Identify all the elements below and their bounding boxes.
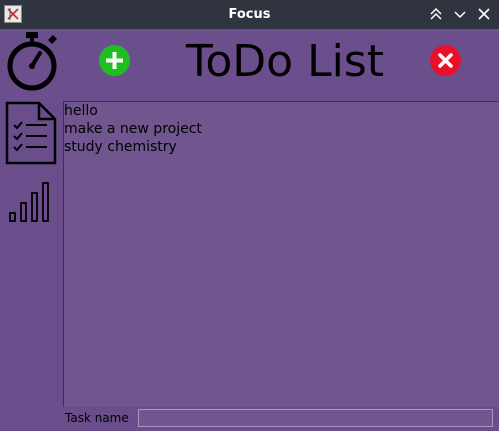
delete-task-button[interactable] xyxy=(429,44,462,77)
sidebar-item-tasks[interactable] xyxy=(5,101,57,165)
add-task-button[interactable] xyxy=(98,44,131,77)
title-bar: Focus xyxy=(0,0,499,29)
list-item[interactable]: hello xyxy=(64,102,499,120)
list-item[interactable]: make a new project xyxy=(64,120,499,138)
page-title: ToDo List xyxy=(185,36,385,87)
list-item[interactable]: study chemistry xyxy=(64,138,499,156)
minimize-icon[interactable] xyxy=(452,6,468,22)
bar-chart-icon xyxy=(9,182,49,222)
task-list[interactable]: hello make a new project study chemistry xyxy=(63,101,499,407)
checklist-icon xyxy=(5,101,57,165)
task-name-label: Task name xyxy=(65,411,129,425)
task-input-row: Task name xyxy=(63,407,499,431)
plus-circle-icon xyxy=(99,45,130,76)
x-circle-icon xyxy=(430,45,461,76)
sidebar-item-stats[interactable] xyxy=(8,181,52,223)
maximize-icon[interactable] xyxy=(428,6,444,22)
app-window: Focus ToDo List hello make a new project… xyxy=(0,0,499,431)
window-title: Focus xyxy=(228,7,271,22)
close-window-icon[interactable] xyxy=(476,6,492,22)
task-name-input[interactable] xyxy=(138,409,493,427)
sidebar xyxy=(0,101,63,431)
header: ToDo List xyxy=(0,29,499,101)
stopwatch-icon[interactable] xyxy=(4,30,60,92)
